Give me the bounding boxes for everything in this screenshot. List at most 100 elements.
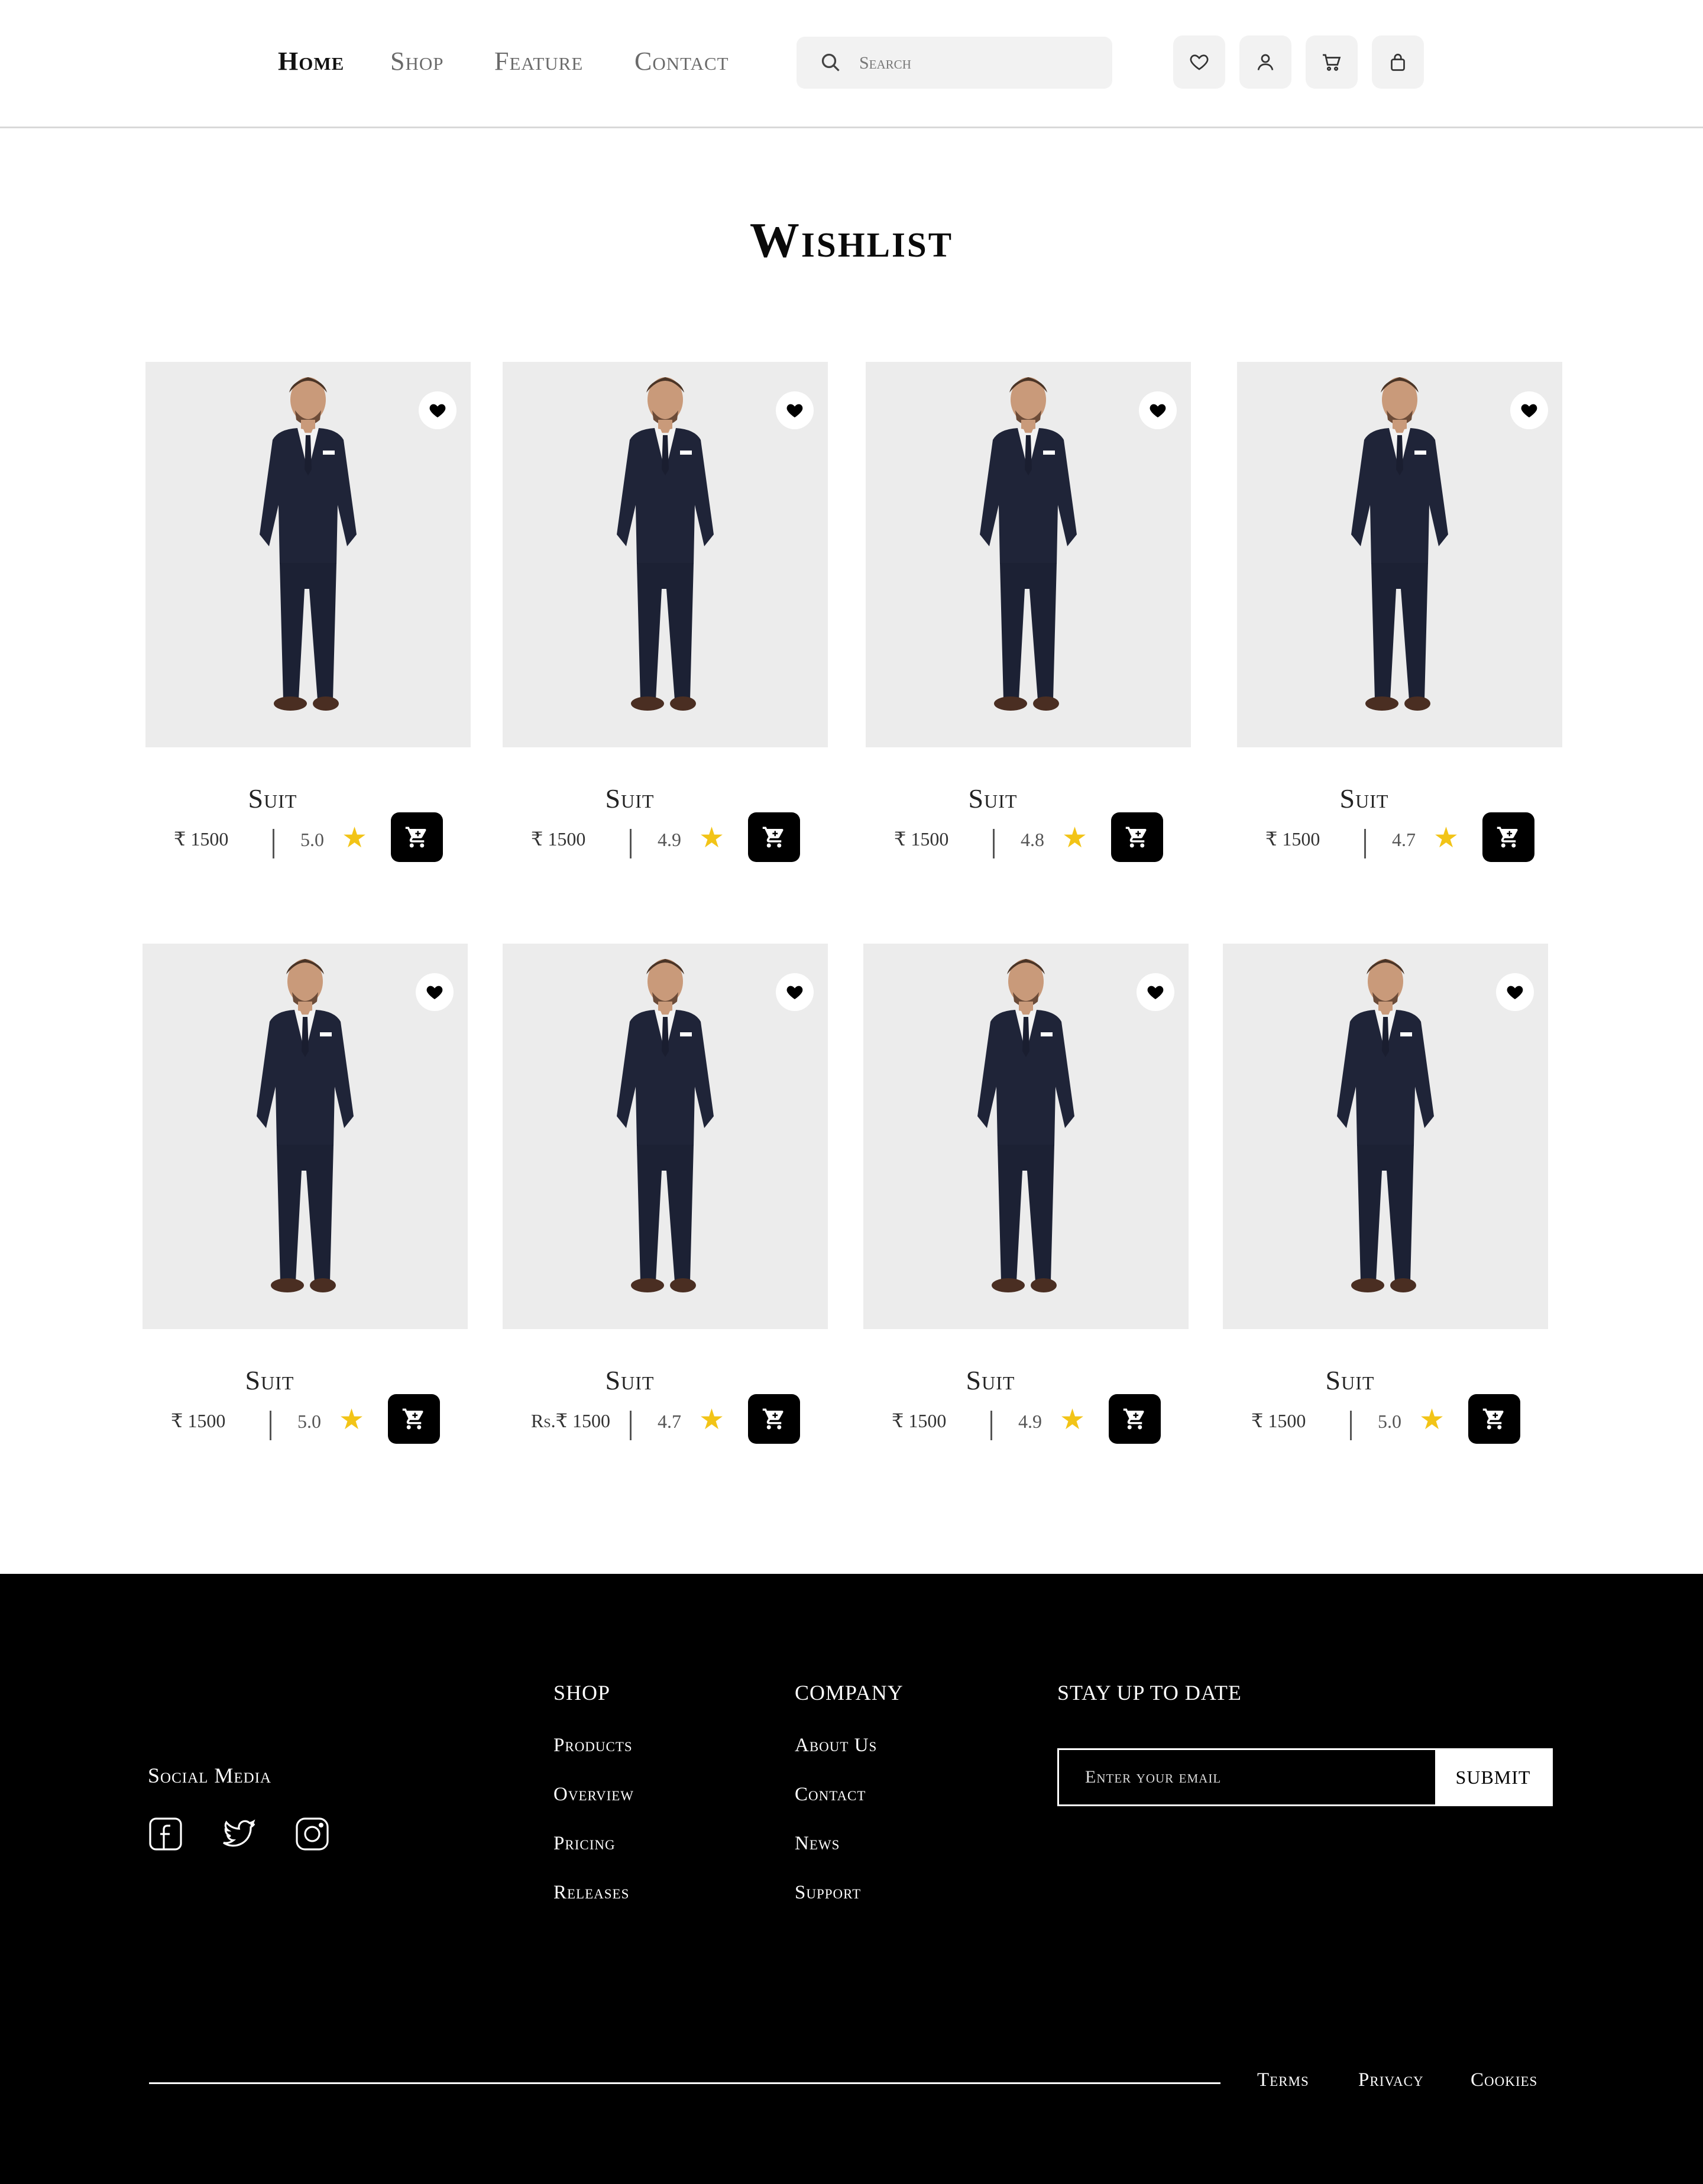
- product-image[interactable]: [1223, 944, 1548, 1329]
- heart-filled-icon: [426, 986, 443, 999]
- suit-model-image: [260, 377, 357, 711]
- suit-model-image: [980, 377, 1077, 711]
- suit-model-image: [977, 959, 1074, 1292]
- suit-model-image: [1351, 377, 1448, 711]
- product-image[interactable]: [145, 362, 471, 747]
- product-image[interactable]: [866, 362, 1191, 747]
- add-to-cart-button[interactable]: [748, 812, 800, 862]
- suit-model-image: [257, 959, 354, 1292]
- social-media-title: Social Media: [148, 1764, 272, 1787]
- add-to-cart-button[interactable]: [748, 1394, 800, 1444]
- nav-feature[interactable]: Feature: [494, 46, 583, 76]
- footer-link-news[interactable]: News: [795, 1833, 840, 1855]
- product-image[interactable]: [503, 362, 828, 747]
- footer-link-products[interactable]: Products: [553, 1735, 633, 1757]
- cart-icon: [1482, 1408, 1504, 1430]
- product-name: Suit: [966, 1365, 1015, 1395]
- heart-filled-icon: [429, 404, 446, 417]
- add-to-cart-button[interactable]: [1482, 812, 1534, 862]
- star-icon: ★: [1419, 1404, 1445, 1436]
- company-heading: COMPANY: [795, 1681, 904, 1705]
- footer-link-releases[interactable]: Releases: [553, 1882, 629, 1904]
- product-image[interactable]: [863, 944, 1189, 1329]
- star-icon: ★: [699, 1404, 725, 1436]
- wishlist-toggle-button[interactable]: [1510, 391, 1548, 429]
- product-price: ₹ 1500: [1251, 1410, 1306, 1431]
- email-input[interactable]: [1059, 1750, 1435, 1804]
- wishlist-toggle-button[interactable]: [419, 391, 456, 429]
- account-button[interactable]: [1239, 35, 1291, 89]
- site-header: Home Shop Feature Contact: [0, 0, 1703, 128]
- search-bar[interactable]: [797, 37, 1112, 89]
- price-rating-divider: [270, 1411, 271, 1440]
- heart-filled-icon: [1507, 986, 1523, 999]
- star-icon: ★: [1062, 822, 1088, 854]
- product-image[interactable]: [1237, 362, 1562, 747]
- price-rating-divider: [1364, 829, 1366, 858]
- footer-link-support[interactable]: Support: [795, 1882, 861, 1904]
- heart-filled-icon: [1147, 986, 1164, 999]
- privacy-link[interactable]: Privacy: [1358, 2069, 1424, 2091]
- search-input[interactable]: [858, 47, 1097, 79]
- cart-icon: [1125, 827, 1147, 848]
- star-icon: ★: [699, 822, 725, 854]
- product-rating: 5.0: [300, 829, 324, 850]
- nav-contact[interactable]: Contact: [634, 46, 729, 76]
- product-rating: 4.9: [658, 829, 681, 850]
- terms-link[interactable]: Terms: [1257, 2069, 1309, 2091]
- instagram-icon[interactable]: [294, 1816, 330, 1852]
- add-to-cart-button[interactable]: [1111, 812, 1163, 862]
- cookies-link[interactable]: Cookies: [1471, 2069, 1537, 2091]
- heart-filled-icon: [1150, 404, 1166, 417]
- product-name: Suit: [605, 1365, 655, 1395]
- bag-button[interactable]: [1372, 35, 1424, 89]
- nav-shop[interactable]: Shop: [390, 46, 444, 76]
- product-name: Suit: [1339, 783, 1389, 814]
- facebook-icon[interactable]: [148, 1816, 183, 1852]
- add-to-cart-button[interactable]: [1468, 1394, 1520, 1444]
- footer-link-pricing[interactable]: Pricing: [553, 1833, 616, 1855]
- add-to-cart-button[interactable]: [388, 1394, 440, 1444]
- site-footer: Social Media SHOP Products Overview Pric…: [0, 1574, 1703, 2184]
- add-to-cart-button[interactable]: [1109, 1394, 1161, 1444]
- newsletter-heading: STAY UP TO DATE: [1057, 1681, 1242, 1705]
- footer-divider: [149, 2082, 1220, 2084]
- cart-button[interactable]: [1306, 35, 1358, 89]
- wishlist-toggle-button[interactable]: [1139, 391, 1177, 429]
- product-rating: 5.0: [297, 1411, 321, 1432]
- footer-link-overview[interactable]: Overview: [553, 1784, 634, 1806]
- product-price: ₹ 1500: [174, 828, 229, 850]
- bag-icon: [1391, 53, 1405, 71]
- twitter-icon[interactable]: [221, 1816, 257, 1852]
- wishlist-button[interactable]: [1173, 35, 1225, 89]
- heart-filled-icon: [786, 404, 803, 417]
- wishlist-toggle-button[interactable]: [1137, 973, 1174, 1011]
- submit-button[interactable]: SUBMIT: [1435, 1750, 1551, 1804]
- price-rating-divider: [273, 829, 274, 858]
- nav-home[interactable]: Home: [278, 46, 344, 76]
- footer-link-about-us[interactable]: About Us: [795, 1735, 877, 1757]
- price-rating-divider: [1350, 1411, 1352, 1440]
- product-rating: 4.7: [1392, 829, 1416, 850]
- wishlist-toggle-button[interactable]: [1496, 973, 1534, 1011]
- product-image[interactable]: [503, 944, 828, 1329]
- suit-model-image: [617, 377, 714, 711]
- price-rating-divider: [990, 1411, 992, 1440]
- price-rating-divider: [630, 829, 632, 858]
- product-rating: 4.9: [1018, 1411, 1042, 1432]
- suit-model-image: [617, 959, 714, 1292]
- suit-model-image: [1337, 959, 1434, 1292]
- add-to-cart-button[interactable]: [391, 812, 443, 862]
- price-rating-divider: [993, 829, 995, 858]
- shop-heading: SHOP: [553, 1681, 611, 1705]
- footer-link-contact[interactable]: Contact: [795, 1784, 866, 1806]
- product-image[interactable]: [143, 944, 468, 1329]
- product-name: Suit: [248, 783, 297, 814]
- wishlist-toggle-button[interactable]: [416, 973, 454, 1011]
- cart-icon: [1323, 54, 1341, 71]
- heart-filled-icon: [786, 986, 803, 999]
- wishlist-toggle-button[interactable]: [776, 391, 814, 429]
- wishlist-toggle-button[interactable]: [776, 973, 814, 1011]
- product-price: ₹ 1500: [894, 828, 949, 850]
- cart-icon: [1497, 827, 1518, 848]
